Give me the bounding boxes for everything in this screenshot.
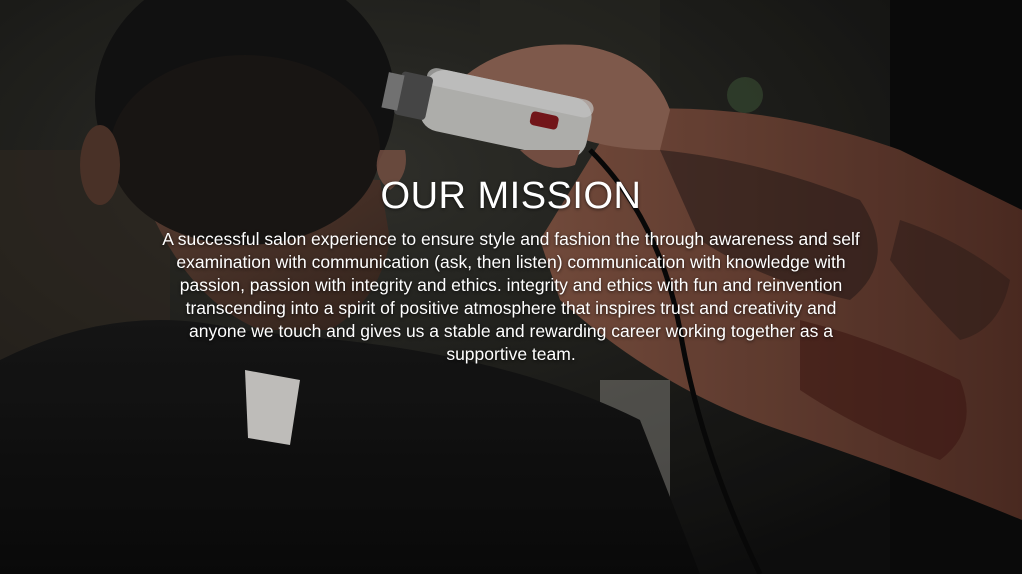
mission-slide: OUR MISSION A successful salon experienc… xyxy=(0,0,1022,574)
mission-statement: A successful salon experience to ensure … xyxy=(162,229,860,364)
mission-title: OUR MISSION xyxy=(380,175,642,217)
mission-content: OUR MISSION A successful salon experienc… xyxy=(150,172,872,366)
